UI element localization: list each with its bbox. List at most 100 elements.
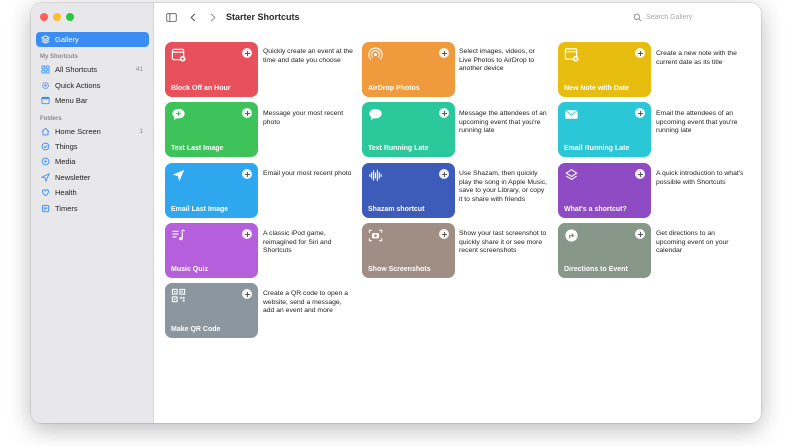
back-button[interactable] <box>187 11 199 23</box>
add-shortcut-button[interactable] <box>635 48 645 58</box>
shortcut-name: Music Quiz <box>171 266 208 273</box>
sidebar-item-timers[interactable]: Timers <box>36 201 149 216</box>
shortcut-tile-directions-to-event[interactable]: Directions to Event <box>558 223 651 278</box>
message-icon <box>368 107 383 122</box>
shortcut-tile-whats-a-shortcut[interactable]: What's a shortcut? <box>558 163 651 218</box>
minimize-window-button[interactable] <box>53 13 61 21</box>
camera-viewfinder-icon <box>368 228 383 243</box>
window-controls <box>40 13 74 21</box>
add-shortcut-button[interactable] <box>439 108 449 118</box>
shortcut-description: Use Shazam, then quickly play the song i… <box>459 170 548 203</box>
shortcut-description: Message the attendees of an upcoming eve… <box>459 110 547 135</box>
sidebar-item-health[interactable]: Health <box>36 185 149 200</box>
plus-icon <box>637 231 643 237</box>
shortcut-name: New Note with Date <box>564 85 629 92</box>
house-icon <box>41 127 50 136</box>
shortcut-tile-email-last-image[interactable]: Email Last Image <box>165 163 258 218</box>
sidebar-item-label: Quick Actions <box>55 81 101 90</box>
add-shortcut-button[interactable] <box>635 169 645 179</box>
music-list-icon <box>171 228 186 243</box>
shortcut-count: 41 <box>135 66 143 73</box>
sidebar-item-quick-actions[interactable]: Quick Actions <box>36 78 149 93</box>
sidebar-item-all-shortcuts[interactable]: All Shortcuts 41 <box>36 62 149 77</box>
close-window-button[interactable] <box>40 13 48 21</box>
shortcut-description: Show your last screenshot to quickly sha… <box>459 230 547 255</box>
sidebar-item-gallery[interactable]: Gallery <box>36 32 149 47</box>
gear-icon <box>41 81 50 90</box>
shortcut-name: Block Off an Hour <box>171 85 231 92</box>
add-shortcut-button[interactable] <box>439 229 449 239</box>
plus-icon <box>244 50 250 56</box>
sidebar-item-label: Menu Bar <box>55 96 88 105</box>
add-shortcut-button[interactable] <box>242 289 252 299</box>
sidebar-item-label: Things <box>55 142 78 151</box>
waveform-icon <box>368 168 383 183</box>
add-shortcut-button[interactable] <box>242 48 252 58</box>
add-shortcut-button[interactable] <box>242 229 252 239</box>
search-field[interactable] <box>633 11 751 24</box>
menu-bar-icon <box>41 96 50 105</box>
chevron-left-icon <box>189 12 195 22</box>
add-shortcut-button[interactable] <box>439 169 449 179</box>
add-shortcut-button[interactable] <box>439 48 449 58</box>
plus-icon <box>244 291 250 297</box>
sidebar-item-label: Home Screen <box>55 127 101 136</box>
sidebar-item-media[interactable]: Media <box>36 154 149 169</box>
shortcut-name: Email Running Late <box>564 145 630 152</box>
sidebar-item-menu-bar[interactable]: Menu Bar <box>36 93 149 108</box>
envelope-icon <box>564 107 579 122</box>
shortcut-tile-text-last-image[interactable]: Text Last Image <box>165 102 258 157</box>
message-plus-icon <box>171 107 186 122</box>
add-shortcut-button[interactable] <box>242 169 252 179</box>
sidebar-section-my-shortcuts: My Shortcuts <box>40 54 79 60</box>
shortcut-tile-new-note-with-date[interactable]: New Note with Date <box>558 42 651 97</box>
toggle-sidebar-button[interactable] <box>165 11 177 23</box>
calendar-plus-icon <box>171 47 186 62</box>
shortcut-tile-music-quiz[interactable]: Music Quiz <box>165 223 258 278</box>
search-icon <box>633 13 642 22</box>
sidebar-item-things[interactable]: Things <box>36 139 149 154</box>
forward-button[interactable] <box>206 11 218 23</box>
timer-icon <box>41 204 50 213</box>
sidebar-item-label: Media <box>55 157 76 166</box>
note-plus-icon <box>564 47 579 62</box>
add-shortcut-button[interactable] <box>242 108 252 118</box>
shortcut-description: Create a new note with the current date … <box>656 50 737 66</box>
shortcut-tile-show-screenshots[interactable]: Show Screenshots <box>362 223 455 278</box>
shortcut-tile-make-qr-code[interactable]: Make QR Code <box>165 283 258 338</box>
shortcut-description: Message your most recent photo <box>263 110 344 126</box>
shortcut-tile-text-running-late[interactable]: Text Running Late <box>362 102 455 157</box>
sidebar-item-label: Health <box>55 188 77 197</box>
shortcut-description: A quick introduction to what's possible … <box>656 170 744 186</box>
plus-icon <box>637 171 643 177</box>
shortcut-name: What's a shortcut? <box>564 206 627 213</box>
sidebar-icon <box>165 12 177 22</box>
shortcut-description: Create a QR code to open a website, send… <box>263 290 349 315</box>
add-shortcut-button[interactable] <box>635 108 645 118</box>
plus-icon <box>637 110 643 116</box>
zoom-window-button[interactable] <box>66 13 74 21</box>
sidebar-item-label: Timers <box>55 204 78 213</box>
shortcut-description: Email the attendees of an upcoming event… <box>656 110 738 135</box>
sidebar: Gallery My Shortcuts All Shortcuts 41 Qu… <box>31 3 154 423</box>
shortcut-tile-shazam-shortcut[interactable]: Shazam shortcut <box>362 163 455 218</box>
sidebar-item-newsletter[interactable]: Newsletter <box>36 170 149 185</box>
shortcut-description: Quickly create an event at the time and … <box>263 48 353 64</box>
shortcut-name: Make QR Code <box>171 326 221 333</box>
shortcut-tile-email-running-late[interactable]: Email Running Late <box>558 102 651 157</box>
sidebar-item-home-screen[interactable]: Home Screen 1 <box>36 124 149 139</box>
search-input[interactable] <box>646 14 746 21</box>
plus-icon <box>637 50 643 56</box>
airdrop-icon <box>368 47 383 62</box>
gallery-icon <box>41 35 50 44</box>
directions-icon <box>564 228 579 243</box>
shortcut-tile-block-off-an-hour[interactable]: Block Off an Hour <box>165 42 258 97</box>
plus-icon <box>244 110 250 116</box>
shortcut-tile-airdrop-photos[interactable]: AirDrop Photos <box>362 42 455 97</box>
chevron-right-icon <box>210 12 216 22</box>
sidebar-item-label: Newsletter <box>55 173 91 182</box>
shortcut-name: Directions to Event <box>564 266 628 273</box>
add-shortcut-button[interactable] <box>635 229 645 239</box>
plus-icon <box>441 50 447 56</box>
shortcut-description: A classic iPod game, reimagined for Siri… <box>263 230 332 255</box>
